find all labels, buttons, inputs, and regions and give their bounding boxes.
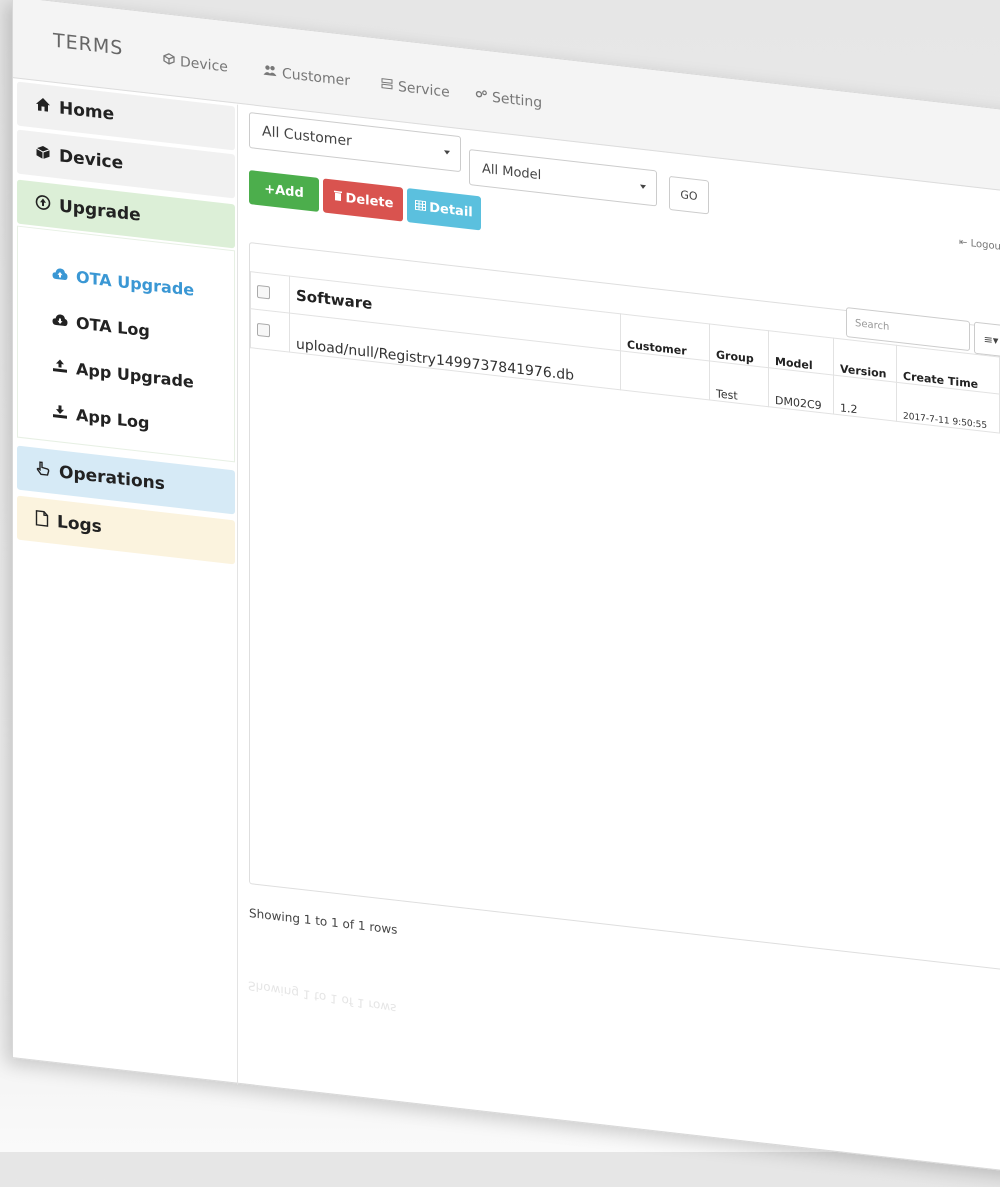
nav-item-service[interactable]: Service [381, 77, 450, 101]
detail-button[interactable]: Detail [407, 188, 481, 231]
logout-label: Logout [970, 238, 1000, 254]
grid-icon [415, 198, 427, 214]
upgrade-submenu: OTA Upgrade OTA Log App Upgrade App Log [17, 225, 235, 463]
subitem-label: App Log [76, 405, 150, 433]
home-icon [35, 95, 51, 118]
nav-item-label: Service [398, 78, 450, 101]
caret-down-icon [444, 150, 450, 155]
model-filter-select[interactable]: All Model [469, 149, 657, 207]
logout-icon: ⇤ [959, 236, 968, 249]
sidebar-item-label: Device [59, 146, 124, 174]
sidebar-item-label: Logs [57, 512, 102, 538]
detail-label: Detail [429, 200, 473, 220]
columns-toggle-button[interactable]: ≡▾ [974, 321, 1000, 358]
sidebar-item-label: Home [59, 98, 115, 125]
upload-icon [52, 357, 68, 378]
checkbox-box[interactable] [257, 322, 270, 338]
nav-item-label: Device [180, 54, 228, 76]
nav-item-customer[interactable]: Customer [263, 64, 350, 90]
nav-item-device[interactable]: Device [163, 52, 228, 76]
upgrade-circle-icon [35, 193, 51, 216]
sidebar-subitem-app-log[interactable]: App Log [52, 403, 150, 433]
brand-logo[interactable]: TERMS [53, 30, 123, 60]
delete-label: Delete [345, 190, 394, 211]
cell-model: DM02C9 [768, 367, 834, 415]
server-icon [381, 77, 393, 94]
nav-item-label: Customer [282, 65, 351, 90]
cell-group: Test [709, 360, 769, 407]
column-header-version[interactable]: Version [833, 338, 897, 383]
column-header-group[interactable]: Group [709, 323, 769, 368]
download-icon [52, 403, 68, 424]
cloud-download-icon [52, 311, 68, 332]
main-content: All Customer All Model GO ⇤ Logout +Add … [249, 112, 1000, 1172]
cube-icon [35, 143, 51, 166]
sidebar-subitem-app-upgrade[interactable]: App Upgrade [52, 357, 194, 392]
sidebar-item-label: Operations [59, 462, 165, 495]
sidebar-item-label: Upgrade [59, 196, 141, 226]
software-table-panel: Search ≡▾ Software Customer Group Model … [249, 242, 1000, 985]
checkbox-box[interactable] [257, 284, 270, 300]
app-window: TERMS Device Customer Service Setting Ho… [12, 0, 1000, 1186]
file-icon [35, 509, 49, 532]
sidebar-subitem-ota-log[interactable]: OTA Log [52, 311, 150, 341]
sidebar: Home Device Upgrade OTA Upgrade OTA Log … [13, 79, 238, 1085]
subitem-label: OTA Log [76, 313, 150, 341]
logout-link[interactable]: ⇤ Logout [959, 237, 1000, 253]
cell-version: 1.2 [833, 375, 897, 422]
gears-icon [475, 88, 487, 105]
select-value: All Customer [262, 123, 352, 150]
subitem-label: OTA Upgrade [76, 267, 195, 300]
trash-icon [333, 189, 343, 205]
nav-item-label: Setting [492, 89, 543, 112]
delete-button[interactable]: Delete [323, 178, 403, 222]
select-all-checkbox[interactable] [250, 271, 290, 314]
go-button[interactable]: GO [669, 175, 709, 215]
cloud-upload-icon [52, 265, 68, 286]
hand-pointer-icon [35, 459, 51, 482]
software-table: Software Customer Group Model Version Cr… [250, 271, 1000, 434]
subitem-label: App Upgrade [76, 359, 194, 392]
caret-down-icon [640, 184, 646, 190]
select-value: All Model [482, 161, 542, 183]
cube-icon [163, 52, 175, 69]
sidebar-subitem-ota-upgrade[interactable]: OTA Upgrade [52, 265, 194, 300]
pagination-summary: Showing 1 to 1 of 1 rows [249, 906, 398, 937]
users-icon [263, 64, 277, 82]
add-button[interactable]: +Add [249, 170, 319, 212]
nav-item-setting[interactable]: Setting [475, 88, 543, 112]
row-checkbox[interactable] [250, 308, 290, 353]
